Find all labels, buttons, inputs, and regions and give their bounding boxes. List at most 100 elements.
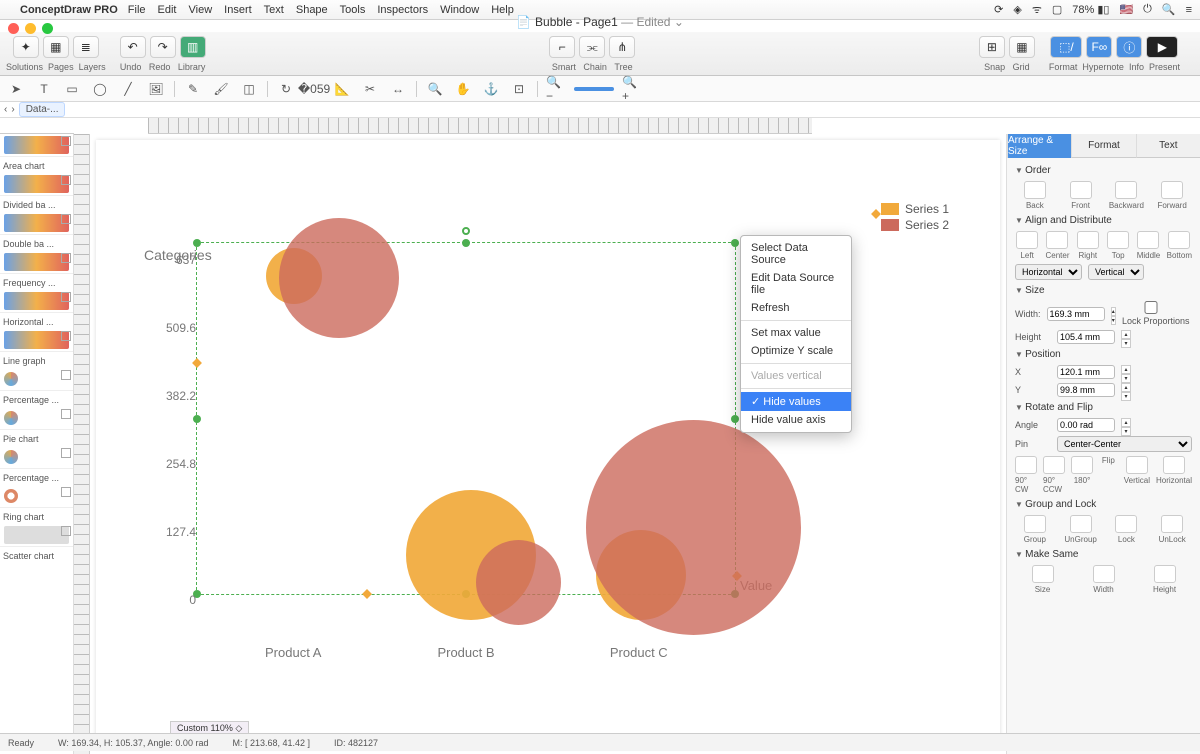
btn-ungroup[interactable]: UnGroup bbox=[1061, 515, 1101, 544]
lib-expand-icon[interactable] bbox=[61, 253, 71, 263]
nav-fwd[interactable]: › bbox=[11, 104, 14, 115]
status-display-icon[interactable]: ▢ bbox=[1052, 3, 1062, 16]
menu-view[interactable]: View bbox=[189, 4, 213, 16]
library-panel[interactable]: Area chart Divided ba ... Double ba ... … bbox=[0, 134, 74, 754]
distribute-vertical[interactable]: Vertical bbox=[1088, 264, 1144, 280]
lib-thumb[interactable] bbox=[4, 409, 59, 427]
angle-input[interactable] bbox=[1057, 418, 1115, 432]
btn-align-left[interactable]: Left bbox=[1015, 231, 1039, 260]
hand-tool[interactable]: ✋ bbox=[453, 80, 473, 98]
menu-shape[interactable]: Shape bbox=[296, 4, 328, 16]
btn-align-middle[interactable]: Middle bbox=[1136, 231, 1160, 260]
lib-expand-icon[interactable] bbox=[61, 136, 71, 146]
tab-format[interactable]: Format bbox=[1071, 134, 1135, 158]
lib-expand-icon[interactable] bbox=[61, 526, 71, 536]
y-stepper[interactable]: ▴▾ bbox=[1121, 383, 1131, 397]
lib-double-bar[interactable]: Double ba ... bbox=[0, 234, 73, 251]
btn-180[interactable]: 180° bbox=[1071, 456, 1093, 494]
height-stepper[interactable]: ▴▾ bbox=[1121, 330, 1131, 344]
menu-insert[interactable]: Insert bbox=[224, 4, 252, 16]
line-tool[interactable]: ╱ bbox=[118, 80, 138, 98]
btn-90ccw[interactable]: 90° CCW bbox=[1043, 456, 1065, 494]
ctx-hide-value-axis[interactable]: Hide value axis bbox=[741, 411, 851, 429]
lib-thumb[interactable] bbox=[4, 448, 59, 466]
close-window-button[interactable] bbox=[8, 23, 19, 34]
x-input[interactable] bbox=[1057, 365, 1115, 379]
ctx-edit-data-source[interactable]: Edit Data Source file bbox=[741, 269, 851, 299]
lib-expand-icon[interactable] bbox=[61, 448, 71, 458]
lib-expand-icon[interactable] bbox=[61, 292, 71, 302]
section-position[interactable]: Position bbox=[1015, 346, 1192, 363]
pen-tool[interactable]: ✎ bbox=[183, 80, 203, 98]
menu-edit[interactable]: Edit bbox=[158, 4, 177, 16]
lib-horizontal[interactable]: Horizontal ... bbox=[0, 312, 73, 329]
btn-same-size[interactable]: Size bbox=[1015, 565, 1070, 594]
format-panel-button[interactable]: ⬚/ bbox=[1050, 36, 1082, 58]
section-align[interactable]: Align and Distribute bbox=[1015, 212, 1192, 229]
anchor-tool[interactable]: ⚓ bbox=[481, 80, 501, 98]
status-flag-icon[interactable]: 🇺🇸 bbox=[1119, 3, 1133, 16]
lib-thumb[interactable] bbox=[4, 526, 69, 544]
info-button[interactable]: ⓘ bbox=[1116, 36, 1142, 58]
btn-same-width[interactable]: Width bbox=[1076, 565, 1131, 594]
fullscreen-window-button[interactable] bbox=[42, 23, 53, 34]
y-input[interactable] bbox=[1057, 383, 1115, 397]
lib-thumb[interactable] bbox=[4, 136, 69, 154]
ctx-optimize-y[interactable]: Optimize Y scale bbox=[741, 342, 851, 360]
zoomin-tool[interactable]: 🔍+ bbox=[622, 80, 642, 98]
btn-unlock[interactable]: UnLock bbox=[1152, 515, 1192, 544]
bubble-s2-b[interactable] bbox=[476, 540, 561, 625]
undo-button[interactable]: ↶ bbox=[120, 36, 146, 58]
lib-thumb[interactable] bbox=[4, 487, 59, 505]
btn-flip[interactable]: Flip bbox=[1099, 456, 1118, 494]
btn-backward[interactable]: Backward bbox=[1107, 181, 1147, 210]
bubble-s2-c[interactable] bbox=[586, 420, 801, 635]
minimize-window-button[interactable] bbox=[25, 23, 36, 34]
lib-thumb[interactable] bbox=[4, 331, 69, 349]
lib-thumb[interactable] bbox=[4, 253, 69, 271]
ellipse-tool[interactable]: ◯ bbox=[90, 80, 110, 98]
tab-text[interactable]: Text bbox=[1136, 134, 1200, 158]
btn-align-center[interactable]: Center bbox=[1045, 231, 1069, 260]
status-search-icon[interactable]: 🔍 bbox=[1162, 3, 1176, 16]
eraser-tool[interactable]: ◫ bbox=[239, 80, 259, 98]
library-button[interactable]: ▥ bbox=[180, 36, 206, 58]
btn-align-top[interactable]: Top bbox=[1106, 231, 1130, 260]
pointer-tool[interactable]: ➤ bbox=[6, 80, 26, 98]
layers-button[interactable]: ≣ bbox=[73, 36, 99, 58]
btn-flip-h[interactable]: Horizontal bbox=[1156, 456, 1192, 494]
lib-thumb[interactable] bbox=[4, 370, 59, 388]
btn-flip-v[interactable]: Vertical bbox=[1124, 456, 1150, 494]
btn-back[interactable]: Back bbox=[1015, 181, 1055, 210]
bubble-s2-a[interactable] bbox=[279, 218, 399, 338]
legend-handle[interactable] bbox=[871, 209, 881, 219]
lib-pie-chart[interactable]: Pie chart bbox=[0, 429, 73, 446]
ctx-set-max[interactable]: Set max value bbox=[741, 324, 851, 342]
width-input[interactable] bbox=[1047, 307, 1105, 321]
section-group[interactable]: Group and Lock bbox=[1015, 496, 1192, 513]
menu-tools[interactable]: Tools bbox=[340, 4, 366, 16]
tab-arrange-size[interactable]: Arrange & Size bbox=[1007, 134, 1071, 158]
present-button[interactable]: ▶ bbox=[1146, 36, 1178, 58]
rotate-tool[interactable]: ↻ bbox=[276, 80, 296, 98]
horizontal-ruler[interactable] bbox=[148, 118, 812, 134]
x-stepper[interactable]: ▴▾ bbox=[1121, 365, 1131, 379]
lib-thumb[interactable] bbox=[4, 175, 69, 193]
lib-expand-icon[interactable] bbox=[61, 331, 71, 341]
smart-button[interactable]: ⌐ bbox=[549, 36, 575, 58]
lib-expand-icon[interactable] bbox=[61, 487, 71, 497]
lib-percentage2[interactable]: Percentage ... bbox=[0, 468, 73, 485]
menu-text[interactable]: Text bbox=[264, 4, 284, 16]
angle-stepper[interactable]: ▴▾ bbox=[1121, 418, 1131, 432]
nav-back[interactable]: ‹ bbox=[4, 104, 7, 115]
lib-expand-icon[interactable] bbox=[61, 409, 71, 419]
btn-forward[interactable]: Forward bbox=[1152, 181, 1192, 210]
pin-select[interactable]: Center-Center bbox=[1057, 436, 1192, 452]
btn-group[interactable]: Group bbox=[1015, 515, 1055, 544]
zoom-tool[interactable]: 🔍 bbox=[425, 80, 445, 98]
menu-inspectors[interactable]: Inspectors bbox=[377, 4, 428, 16]
group-tool[interactable]: ⊡ bbox=[509, 80, 529, 98]
section-make-same[interactable]: Make Same bbox=[1015, 546, 1192, 563]
control-handle[interactable] bbox=[362, 589, 372, 599]
lib-scatter-chart[interactable]: Scatter chart bbox=[0, 546, 73, 563]
